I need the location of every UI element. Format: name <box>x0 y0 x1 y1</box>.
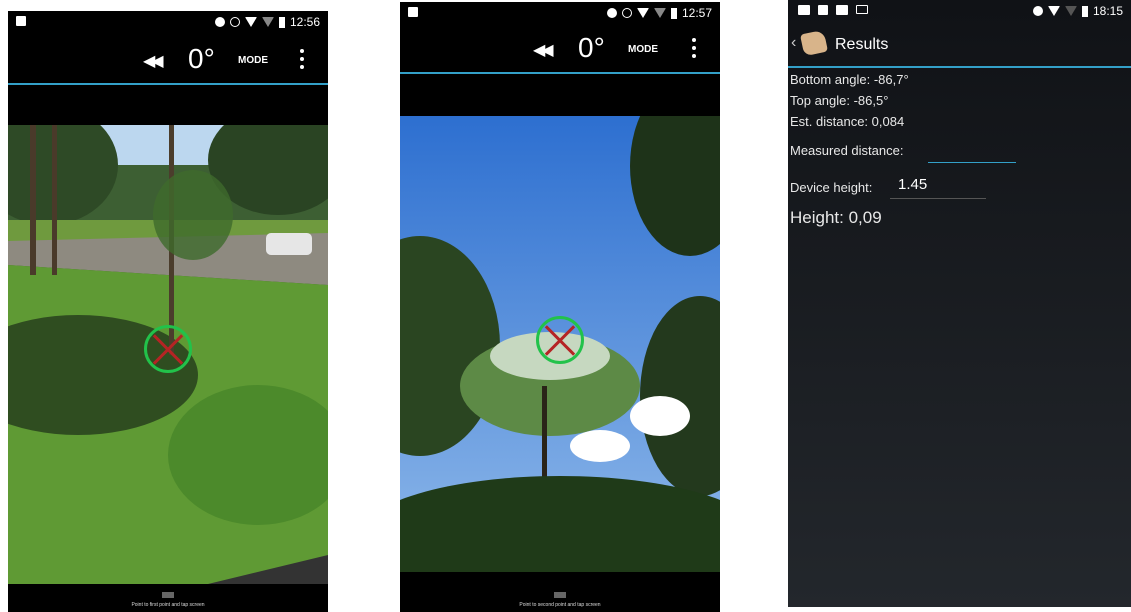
camera-viewfinder[interactable] <box>400 116 720 572</box>
instruction-hint: Point to second point and tap screen <box>519 602 601 608</box>
bottom-angle: Bottom angle: -86,7° <box>790 72 909 87</box>
estimated-distance: Est. distance: 0,084 <box>790 114 905 129</box>
target-reticle <box>144 325 192 373</box>
status-bar: 12:57 <box>400 2 720 26</box>
signal-icon <box>653 8 666 18</box>
phone-screen-results: 18:15 ‹ Results Bottom angle: -86,7° Top… <box>788 0 1131 607</box>
rewind-icon[interactable]: ◀◀ <box>143 51 164 71</box>
rewind-icon[interactable]: ◀◀ <box>533 40 554 60</box>
angle-readout: 0° <box>188 43 215 74</box>
capture-button[interactable] <box>554 592 566 598</box>
signal-icon <box>1064 6 1077 16</box>
image-notification-icon <box>408 7 418 17</box>
mode-button[interactable]: MODE <box>628 44 658 55</box>
camera-viewfinder[interactable] <box>8 125 328 584</box>
height-result: Height: 0,09 <box>790 208 882 227</box>
instruction-hint: Point to first point and tap screen <box>131 602 205 608</box>
measured-distance-input[interactable] <box>928 146 1016 163</box>
status-bar: 12:56 <box>8 11 328 35</box>
battery-icon <box>1081 5 1088 17</box>
phone-screen-first-point: 12:56 ◀◀ 0° MODE Point to first point an… <box>8 11 328 612</box>
do-not-disturb-icon <box>1032 6 1043 16</box>
angle-readout: 0° <box>578 32 605 63</box>
top-angle: Top angle: -86,5° <box>790 93 889 108</box>
image-notification-icon <box>818 5 828 15</box>
image-notification-icon <box>16 16 26 26</box>
phone-screen-second-point: 12:57 ◀◀ 0° MODE Point to second point a… <box>400 2 720 612</box>
measured-distance-label: Measured distance: <box>790 143 904 158</box>
status-bar: 18:15 <box>788 0 1131 24</box>
overflow-menu-icon[interactable] <box>300 49 304 69</box>
overflow-menu-icon[interactable] <box>692 38 696 58</box>
cast-icon <box>856 5 868 14</box>
wifi-icon <box>636 8 649 18</box>
device-height-input[interactable]: 1.45 <box>890 176 986 199</box>
capture-button[interactable] <box>162 592 174 598</box>
alarm-icon <box>621 8 632 18</box>
alarm-icon <box>229 17 240 27</box>
video-notification-icon <box>798 5 810 15</box>
toolbar: ◀◀ 0° MODE <box>8 35 328 85</box>
status-time: 12:57 <box>681 6 712 20</box>
mode-button[interactable]: MODE <box>238 55 268 66</box>
target-reticle <box>536 316 584 364</box>
page-title: Results <box>835 36 889 53</box>
battery-icon <box>278 16 285 28</box>
toolbar: ◀◀ 0° MODE <box>400 24 720 74</box>
back-arrow-icon[interactable]: ‹ <box>791 34 796 52</box>
gallery-notification-icon <box>836 5 848 15</box>
battery-icon <box>670 7 677 19</box>
device-height-label: Device height: <box>790 180 873 195</box>
do-not-disturb-icon <box>606 8 617 18</box>
status-time: 18:15 <box>1092 4 1123 18</box>
do-not-disturb-icon <box>214 17 225 27</box>
wifi-icon <box>1047 6 1060 16</box>
status-time: 12:56 <box>289 15 320 29</box>
signal-icon <box>261 17 274 27</box>
app-logo-icon[interactable] <box>799 29 829 57</box>
results-toolbar: ‹ Results <box>788 22 1131 68</box>
wifi-icon <box>244 17 257 27</box>
